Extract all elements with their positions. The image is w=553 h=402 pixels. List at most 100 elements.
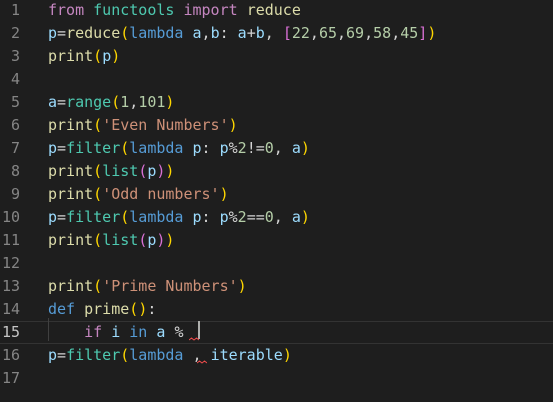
code-line[interactable]: 2 p=reduce(lambda a,b: a+b, [22,65,69,58,… <box>0 22 553 45</box>
code-token: , <box>264 24 283 42</box>
code-token: 58 <box>373 24 392 42</box>
code-token: ( <box>93 231 103 249</box>
code-line[interactable]: 15 if i in a % <box>0 321 553 344</box>
code-line[interactable]: 16 p=filter(lambda , iterable) <box>0 344 553 367</box>
line-code: print(list(p)) <box>48 229 174 252</box>
code-token: 101 <box>138 93 166 111</box>
line-code: print(list(p)) <box>48 160 174 183</box>
code-token: 'Even Numbers' <box>102 116 229 134</box>
code-token: = <box>57 93 67 111</box>
code-token: a <box>192 24 202 42</box>
code-token: ) <box>427 24 437 42</box>
code-token: ( <box>93 277 103 295</box>
code-line[interactable]: 8 print(list(p)) <box>0 160 553 183</box>
error-squiggle-line-16 <box>197 360 207 364</box>
code-token: ( <box>138 162 148 180</box>
code-token: filter <box>66 208 121 226</box>
line-number: 5 <box>10 93 20 111</box>
code-token: def <box>48 300 76 318</box>
code-token: p <box>48 346 58 364</box>
code-token: print <box>48 162 94 180</box>
code-token: lambda <box>129 208 184 226</box>
code-token: reduce <box>246 1 301 19</box>
code-token: print <box>48 277 94 295</box>
code-token: i <box>111 323 121 341</box>
error-squiggle-line-15 <box>189 337 199 341</box>
code-token: [ <box>282 24 292 42</box>
code-token: ) <box>300 139 310 157</box>
code-token: list <box>102 162 139 180</box>
code-token: ( <box>120 24 130 42</box>
code-token: ( <box>129 300 139 318</box>
code-token: ) <box>165 231 175 249</box>
code-token: , <box>201 24 211 42</box>
code-line[interactable]: 5 a=range(1,101) <box>0 91 553 114</box>
code-token: , <box>337 24 347 42</box>
code-token: p <box>102 47 112 65</box>
line-number: 3 <box>10 47 20 65</box>
code-token: print <box>48 47 94 65</box>
code-token: a <box>291 208 301 226</box>
code-token: , <box>309 24 319 42</box>
code-token: % <box>228 208 238 226</box>
line-number: 4 <box>10 70 20 88</box>
code-token: p <box>192 208 202 226</box>
code-line[interactable]: 9 print('Odd numbers') <box>0 183 553 206</box>
code-token: , <box>273 208 292 226</box>
code-token: ) <box>138 300 148 318</box>
code-line[interactable]: 4 <box>0 68 553 91</box>
code-line[interactable]: 13 print('Prime Numbers') <box>0 275 553 298</box>
code-token: , <box>364 24 374 42</box>
line-code: p=filter(lambda p: p%2!=0, a) <box>48 137 310 160</box>
code-token: lambda <box>129 139 184 157</box>
code-line[interactable]: 6 print('Even Numbers') <box>0 114 553 137</box>
code-token: from <box>48 1 85 19</box>
line-number: 7 <box>10 139 20 157</box>
code-line[interactable]: 7 p=filter(lambda p: p%2!=0, a) <box>0 137 553 160</box>
code-token: ( <box>120 346 130 364</box>
line-number: 15 <box>1 323 20 341</box>
line-code: from functools import reduce <box>48 0 301 22</box>
line-code: print(p) <box>48 45 120 68</box>
code-line[interactable]: 14 def prime(): <box>0 298 553 321</box>
code-token: ( <box>93 185 103 203</box>
code-token: prime <box>84 300 130 318</box>
line-code: print('Odd numbers') <box>48 183 229 206</box>
code-token: = <box>57 346 67 364</box>
code-token: b <box>255 24 265 42</box>
code-token: a <box>48 93 58 111</box>
code-token: a <box>237 24 247 42</box>
code-token: print <box>48 116 94 134</box>
line-number: 11 <box>1 231 20 249</box>
code-token: lambda <box>129 24 184 42</box>
code-line[interactable]: 11 print(list(p)) <box>0 229 553 252</box>
code-token: 22 <box>291 24 310 42</box>
code-token: ) <box>165 93 175 111</box>
code-token: : <box>147 300 157 318</box>
line-number: 17 <box>1 369 20 387</box>
code-token: import <box>183 1 238 19</box>
code-token: 45 <box>400 24 419 42</box>
code-line[interactable]: 17 <box>0 367 553 390</box>
code-line[interactable]: 3 print(p) <box>0 45 553 68</box>
code-token: ) <box>219 185 229 203</box>
code-token: : <box>219 24 238 42</box>
code-line[interactable]: 1 from functools import reduce <box>0 0 553 22</box>
code-token: , <box>273 139 292 157</box>
code-token: lambda <box>129 346 184 364</box>
code-token: b <box>210 24 220 42</box>
code-token: p <box>219 208 229 226</box>
code-token: in <box>129 323 148 341</box>
code-token: ( <box>93 116 103 134</box>
code-token: filter <box>66 139 121 157</box>
code-line[interactable]: 10 p=filter(lambda p: p%2==0, a) <box>0 206 553 229</box>
code-line[interactable]: 12 <box>0 252 553 275</box>
code-editor[interactable]: 1 from functools import reduce 2 p=reduce(l… <box>0 0 553 402</box>
code-token: 69 <box>346 24 365 42</box>
code-token: ) <box>282 346 292 364</box>
code-token: list <box>102 231 139 249</box>
code-token: p <box>219 139 229 157</box>
